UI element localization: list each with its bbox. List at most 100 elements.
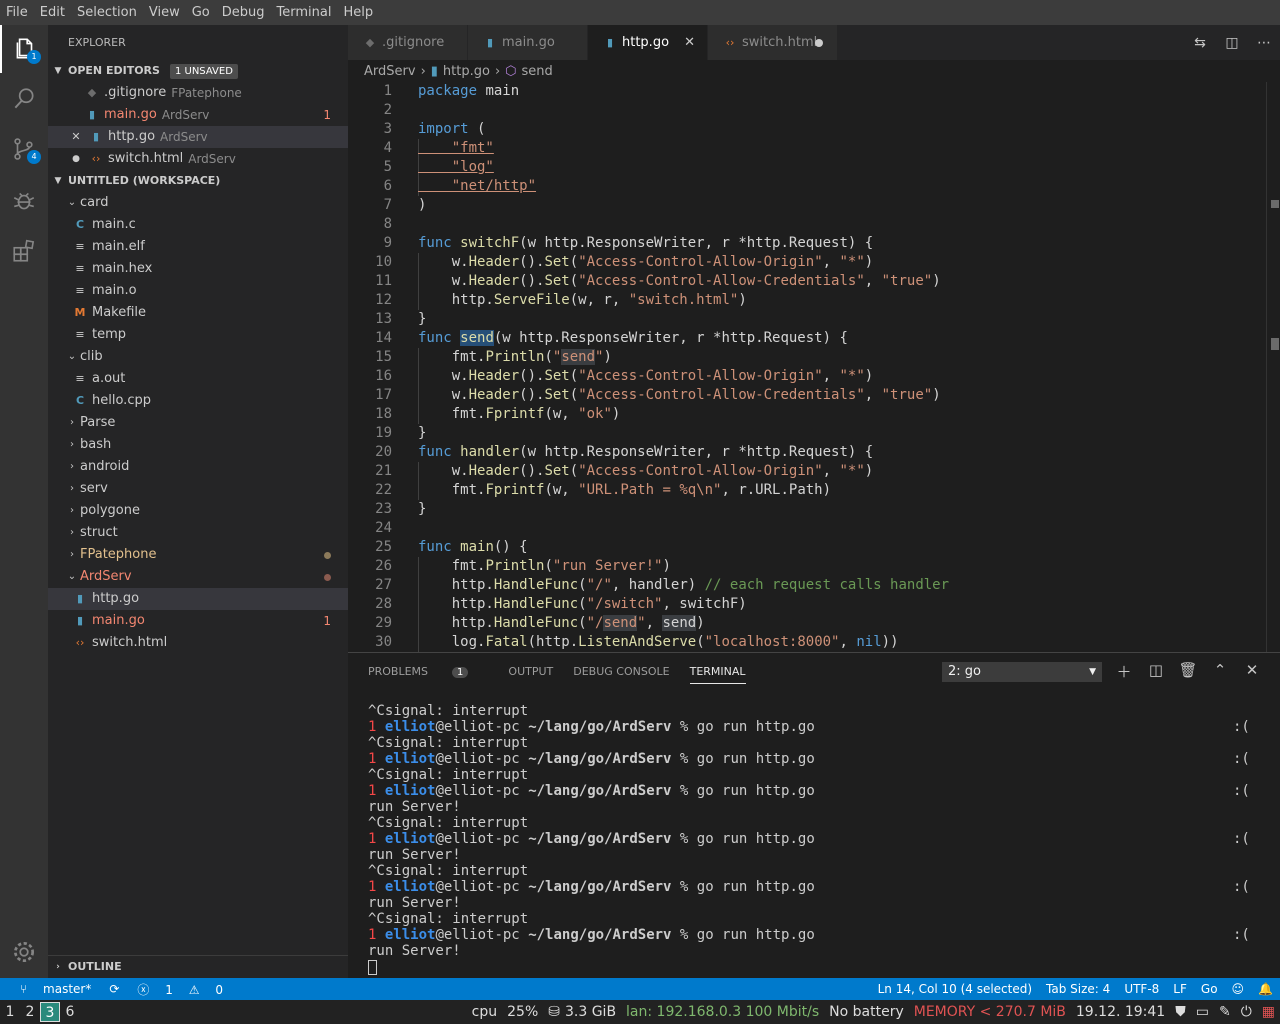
extensions-activity[interactable] [0, 227, 48, 275]
tab-switch-html[interactable]: ‹› switch.html [708, 25, 838, 60]
tab-main-go[interactable]: ▮ main.go [468, 25, 588, 60]
open-editor-main-go[interactable]: ▮ main.go ArdServ 1 [48, 104, 348, 126]
file-http-go[interactable]: ▮ http.go [48, 588, 348, 610]
explorer-badge: 1 [27, 50, 41, 64]
debug-activity[interactable] [0, 177, 48, 225]
split-editor-icon[interactable]: ◫ [1216, 35, 1248, 51]
search-activity[interactable] [0, 75, 48, 123]
text-file-icon: ≡ [75, 284, 85, 297]
folder-bash[interactable]: › bash [48, 434, 348, 456]
file-main-elf[interactable]: ≡ main.elf [48, 236, 348, 258]
file-makefile[interactable]: M Makefile [48, 302, 348, 324]
folder-card[interactable]: ⌄ card [48, 192, 348, 214]
tab-size[interactable]: Tab Size: 4 [1046, 982, 1110, 996]
close-icon[interactable]: ✕ [684, 35, 695, 50]
trash-icon[interactable]: 🗑 [1172, 661, 1204, 682]
file-main-hex[interactable]: ≡ main.hex [48, 258, 348, 280]
menu-terminal[interactable]: Terminal [271, 0, 338, 25]
error-dot-icon [324, 574, 331, 581]
open-editors-header[interactable]: ▼ OPEN EDITORS 1 UNSAVED [48, 60, 348, 82]
code-line: 13} [375, 311, 427, 327]
smiley-icon[interactable]: ☺ [1232, 982, 1245, 996]
terminal-line: ^Csignal: interrupt [368, 735, 529, 751]
sync-icon[interactable]: ⟳ [109, 982, 119, 996]
folder-clib[interactable]: ⌄ clib [48, 346, 348, 368]
menu-edit[interactable]: Edit [34, 0, 71, 25]
file-hello-cpp[interactable]: Chello.cpp [48, 390, 348, 412]
explorer-activity[interactable]: 1 [0, 25, 48, 73]
open-editor-switch-html[interactable]: ● ‹› switch.html ArdServ [48, 148, 348, 170]
file-main-go[interactable]: ▮ main.go 1 [48, 610, 348, 632]
folder-fpatephone[interactable]: › FPatephone [48, 544, 348, 566]
folder-android[interactable]: › android [48, 456, 348, 478]
folder-parse[interactable]: › Parse [48, 412, 348, 434]
gear-icon [13, 941, 35, 963]
editor-scrollbar[interactable] [1266, 82, 1280, 652]
file-temp[interactable]: ≡ temp [48, 324, 348, 346]
menu-go[interactable]: Go [186, 0, 216, 25]
file-main-o[interactable]: ≡ main.o [48, 280, 348, 302]
tab-problems[interactable]: PROBLEMS 1 [368, 665, 488, 678]
code-editor[interactable]: 1 package main 2 3 import ( 4 "fmt" 5 "log… [348, 82, 1280, 652]
bell-icon[interactable]: 🔔 [1258, 982, 1273, 996]
tab-terminal[interactable]: TERMINAL [689, 665, 746, 684]
shield-icon[interactable]: ⛊ [1175, 1004, 1186, 1020]
calendar-icon[interactable]: ▦ [1262, 1004, 1275, 1020]
line-ending[interactable]: LF [1173, 982, 1187, 996]
explorer-title: EXPLORER [68, 36, 126, 49]
workspace-header[interactable]: ▼ UNTITLED (WORKSPACE) [48, 170, 348, 192]
status-right: Ln 14, Col 10 (4 selected) Tab Size: 4 U… [871, 978, 1280, 1000]
chevron-up-icon[interactable]: ⌃ [1204, 661, 1236, 682]
code-line: 12 http.ServeFile(w, r, "switch.html") [375, 292, 747, 308]
menu-selection[interactable]: Selection [71, 0, 143, 25]
compare-icon[interactable]: ⇆ [1184, 35, 1216, 51]
power-icon[interactable]: ⏻ [1241, 1004, 1252, 1020]
chevron-down-icon: ⌄ [67, 197, 77, 208]
tab-output[interactable]: OUTPUT [508, 665, 553, 678]
more-icon[interactable]: ⋯ [1248, 35, 1280, 51]
open-editor-gitignore[interactable]: ◆ .gitignore FPatephone [48, 82, 348, 104]
file-a-out[interactable]: ≡ a.out [48, 368, 348, 390]
workspace-1[interactable]: 1 [0, 1002, 20, 1022]
tab-debug-console[interactable]: DEBUG CONSOLE [573, 665, 669, 678]
workspace-3[interactable]: 3 [40, 1002, 60, 1022]
file-switch-html[interactable]: ‹› switch.html [48, 632, 348, 654]
breadcrumb-folder[interactable]: ArdServ [364, 64, 416, 79]
scm-badge: 4 [27, 150, 41, 164]
encoding[interactable]: UTF-8 [1124, 982, 1159, 996]
cursor-position[interactable]: Ln 14, Col 10 (4 selected) [878, 982, 1032, 996]
panel-actions: ＋ ◫ 🗑 ⌃ ✕ [1108, 661, 1268, 682]
outline-header[interactable]: › OUTLINE [48, 955, 348, 977]
split-terminal-icon[interactable]: ◫ [1140, 661, 1172, 682]
folder-polygone[interactable]: › polygone [48, 500, 348, 522]
tab-gitignore[interactable]: ◆ .gitignore [348, 25, 468, 60]
menu-debug[interactable]: Debug [216, 0, 271, 25]
text-file-icon: ≡ [75, 262, 85, 275]
folder-serv[interactable]: › serv [48, 478, 348, 500]
language-mode[interactable]: Go [1201, 982, 1218, 996]
folder-struct[interactable]: › struct [48, 522, 348, 544]
problems-status[interactable]: ⓧ 1 ⚠ 0 [131, 981, 229, 998]
paperclip-icon[interactable]: ✎ [1219, 1004, 1231, 1020]
open-editor-http-go[interactable]: ✕ ▮ http.go ArdServ [48, 126, 348, 148]
plus-icon[interactable]: ＋ [1108, 661, 1140, 682]
terminal-select[interactable]: 2: go ▼ [942, 662, 1102, 682]
close-icon[interactable]: ✕ [1236, 661, 1268, 682]
settings-activity[interactable] [0, 928, 48, 976]
branch-status[interactable]: ⑂ master* [14, 982, 97, 996]
file-main-c[interactable]: Cmain.c [48, 214, 348, 236]
code-line: 3 import ( [383, 121, 486, 137]
breadcrumb-file[interactable]: http.go [443, 64, 490, 79]
workspace-6[interactable]: 6 [60, 1002, 80, 1022]
workspace-2[interactable]: 2 [20, 1002, 40, 1022]
breadcrumb-symbol[interactable]: send [522, 64, 553, 79]
scm-activity[interactable]: 4 [0, 125, 48, 173]
terminal-output[interactable]: ^Csignal: interrupt 1 elliot@elliot-pc ~… [368, 703, 1268, 975]
menu-view[interactable]: View [143, 0, 186, 25]
menu-help[interactable]: Help [337, 0, 379, 25]
window-icon[interactable]: ▭ [1196, 1004, 1209, 1020]
tab-http-go[interactable]: ▮ http.go ✕ [588, 25, 708, 60]
close-icon[interactable]: ✕ [68, 126, 84, 148]
menu-file[interactable]: File [0, 0, 34, 25]
folder-ardserv[interactable]: ⌄ ArdServ [48, 566, 348, 588]
